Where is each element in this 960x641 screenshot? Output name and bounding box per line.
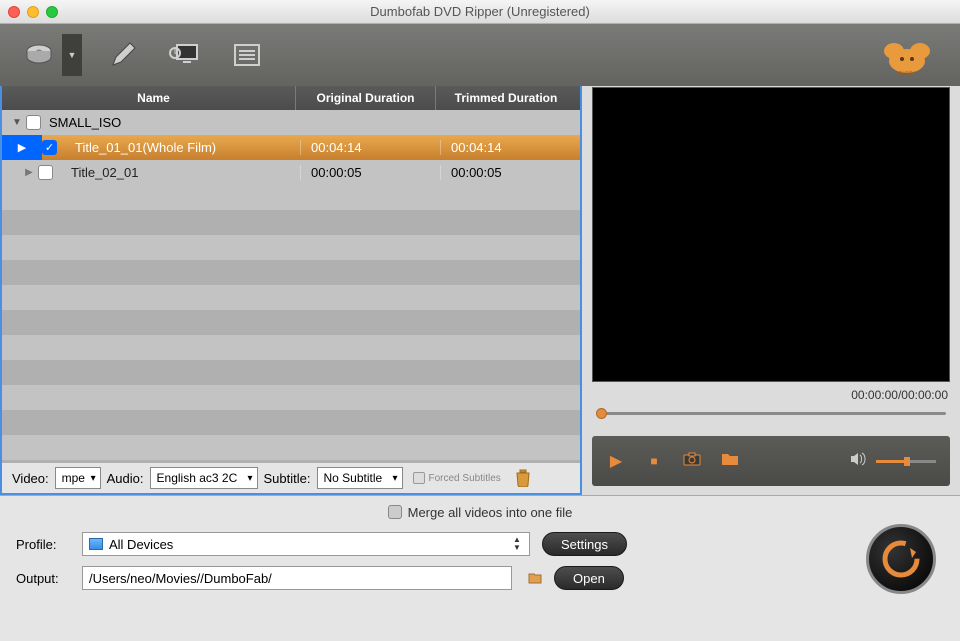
profile-select[interactable]: All Devices ▲▼ bbox=[82, 532, 530, 556]
convert-button[interactable] bbox=[866, 524, 936, 594]
load-disc-button[interactable] bbox=[18, 34, 60, 76]
expand-toggle-icon[interactable]: ▶ bbox=[20, 167, 38, 178]
app-logo-icon: dumbo bbox=[872, 33, 942, 77]
window-title: Dumbofab DVD Ripper (Unregistered) bbox=[0, 4, 960, 19]
table-group-row[interactable]: ▼ SMALL_ISO bbox=[2, 110, 580, 135]
open-folder-button-icon[interactable] bbox=[720, 452, 740, 471]
video-format-select[interactable]: mpe bbox=[55, 467, 101, 489]
settings-button[interactable]: Settings bbox=[542, 532, 627, 556]
column-original-duration[interactable]: Original Duration bbox=[296, 86, 436, 110]
forced-subtitles-checkbox[interactable] bbox=[413, 472, 425, 484]
volume-thumb[interactable] bbox=[904, 457, 910, 466]
subtitle-label: Subtitle: bbox=[264, 471, 311, 486]
video-label: Video: bbox=[12, 471, 49, 486]
stop-button-icon[interactable]: ■ bbox=[644, 454, 664, 468]
title-name: Title_02_01 bbox=[61, 165, 300, 180]
seek-thumb[interactable] bbox=[596, 408, 607, 419]
list-view-button[interactable] bbox=[226, 34, 268, 76]
load-disc-dropdown[interactable]: ▼ bbox=[62, 34, 82, 76]
edit-button[interactable] bbox=[102, 34, 144, 76]
merge-checkbox[interactable] bbox=[388, 505, 402, 519]
display-output-button[interactable] bbox=[164, 34, 206, 76]
volume-icon[interactable] bbox=[848, 452, 868, 471]
title-checkbox[interactable] bbox=[38, 165, 53, 180]
table-row[interactable]: ▶ Title_02_01 00:00:05 00:00:05 bbox=[2, 160, 580, 185]
profile-stepper-icon[interactable]: ▲▼ bbox=[513, 536, 527, 552]
subtitle-select[interactable]: No Subtitle bbox=[317, 467, 403, 489]
title-list-table: Name Original Duration Trimmed Duration … bbox=[0, 86, 582, 495]
group-checkbox[interactable] bbox=[26, 115, 41, 130]
profile-value: All Devices bbox=[109, 537, 173, 552]
snapshot-button-icon[interactable] bbox=[682, 452, 702, 471]
play-indicator-icon: ▶ bbox=[2, 135, 42, 160]
output-path-input[interactable]: /Users/neo/Movies//DumboFab/ bbox=[82, 566, 512, 590]
audio-track-select[interactable]: English ac3 2C bbox=[150, 467, 258, 489]
title-name: Title_01_01(Whole Film) bbox=[65, 140, 300, 155]
merge-label: Merge all videos into one file bbox=[408, 505, 573, 520]
audio-label: Audio: bbox=[107, 471, 144, 486]
column-name[interactable]: Name bbox=[2, 86, 296, 110]
trash-button[interactable] bbox=[513, 468, 533, 488]
main-toolbar: ▼ dumbo bbox=[0, 24, 960, 86]
group-name: SMALL_ISO bbox=[49, 115, 300, 130]
forced-subtitles-label: Forced Subtitles bbox=[429, 473, 501, 484]
trimmed-duration: 00:04:14 bbox=[440, 140, 580, 155]
expand-toggle-icon[interactable]: ▼ bbox=[8, 117, 26, 128]
browse-output-folder-icon[interactable] bbox=[528, 571, 542, 585]
bottom-panel: Merge all videos into one file Profile: … bbox=[0, 495, 960, 611]
profile-label: Profile: bbox=[16, 537, 70, 552]
devices-icon bbox=[89, 538, 103, 550]
original-duration: 00:00:05 bbox=[300, 165, 440, 180]
svg-text:dumbo: dumbo bbox=[898, 71, 917, 77]
open-output-button[interactable]: Open bbox=[554, 566, 624, 590]
preview-video-area[interactable] bbox=[592, 87, 950, 382]
play-button-icon[interactable]: ▶ bbox=[606, 451, 626, 471]
volume-slider[interactable] bbox=[876, 460, 936, 463]
output-label: Output: bbox=[16, 571, 70, 586]
preview-seek-slider[interactable] bbox=[592, 406, 950, 420]
output-path-value: /Users/neo/Movies//DumboFab/ bbox=[89, 571, 272, 586]
trimmed-duration: 00:00:05 bbox=[440, 165, 580, 180]
table-row[interactable]: ▶ ✓ Title_01_01(Whole Film) 00:04:14 00:… bbox=[2, 135, 580, 160]
forced-subtitles-toggle[interactable]: Forced Subtitles bbox=[413, 472, 501, 484]
format-options-bar: Video: mpe Audio: English ac3 2C Subtitl… bbox=[2, 463, 580, 493]
preview-timecode: 00:00:00/00:00:00 bbox=[592, 382, 950, 406]
original-duration: 00:04:14 bbox=[300, 140, 440, 155]
title-checkbox[interactable]: ✓ bbox=[42, 140, 57, 155]
preview-panel: 00:00:00/00:00:00 ▶ ■ bbox=[582, 86, 960, 495]
table-header-row: Name Original Duration Trimmed Duration bbox=[2, 86, 580, 110]
column-trimmed-duration[interactable]: Trimmed Duration bbox=[436, 86, 576, 110]
window-titlebar: Dumbofab DVD Ripper (Unregistered) bbox=[0, 0, 960, 24]
preview-controls-bar: ▶ ■ bbox=[592, 436, 950, 486]
